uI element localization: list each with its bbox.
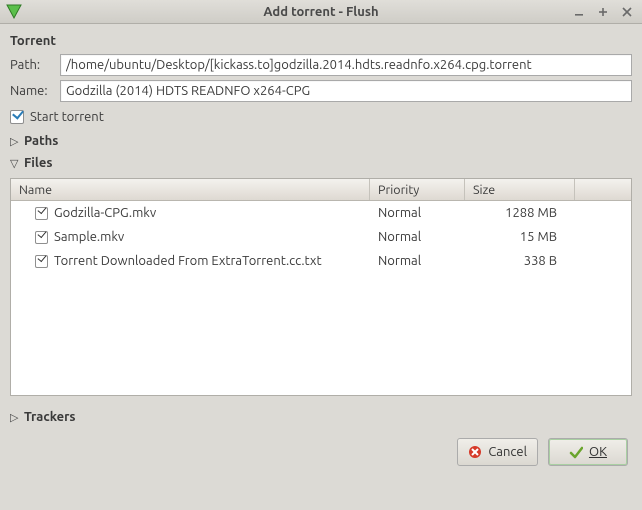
column-header-priority[interactable]: Priority xyxy=(370,179,465,200)
column-header-size[interactable]: Size xyxy=(465,179,575,200)
window-title: Add torrent - Flush xyxy=(0,5,642,19)
start-torrent-label: Start torrent xyxy=(30,110,104,124)
trackers-expander[interactable]: Trackers xyxy=(10,410,632,424)
chevron-right-icon xyxy=(10,411,20,424)
table-row[interactable]: Godzilla-CPG.mkv Normal 1288 MB xyxy=(11,201,631,225)
file-name: Godzilla-CPG.mkv xyxy=(54,206,156,220)
paths-expander[interactable]: Paths xyxy=(10,134,632,148)
name-label: Name: xyxy=(10,84,54,98)
path-input[interactable] xyxy=(60,54,632,76)
files-expander[interactable]: Files xyxy=(10,156,632,170)
close-button[interactable] xyxy=(620,5,634,19)
file-size: 338 B xyxy=(465,254,575,268)
minimize-button[interactable] xyxy=(572,5,586,19)
file-checkbox[interactable] xyxy=(35,207,48,220)
app-icon xyxy=(6,4,22,20)
ok-button[interactable]: OK xyxy=(548,438,628,466)
dialog-content: Torrent Path: Name: Start torrent Paths … xyxy=(0,24,642,476)
ok-label: OK xyxy=(589,445,607,459)
maximize-button[interactable] xyxy=(596,5,610,19)
table-row[interactable]: Torrent Downloaded From ExtraTorrent.cc.… xyxy=(11,249,631,273)
file-name: Torrent Downloaded From ExtraTorrent.cc.… xyxy=(54,254,322,268)
file-size: 15 MB xyxy=(465,230,575,244)
torrent-heading: Torrent xyxy=(10,34,632,48)
trackers-label: Trackers xyxy=(24,410,76,424)
window-buttons xyxy=(572,5,642,19)
titlebar: Add torrent - Flush xyxy=(0,0,642,24)
path-row: Path: xyxy=(10,54,632,76)
files-header: Name Priority Size xyxy=(11,179,631,201)
file-priority: Normal xyxy=(370,254,465,268)
start-torrent-checkbox[interactable] xyxy=(10,110,24,124)
file-size: 1288 MB xyxy=(465,206,575,220)
files-body[interactable]: Godzilla-CPG.mkv Normal 1288 MB Sample.m… xyxy=(11,201,631,395)
files-table: Name Priority Size Godzilla-CPG.mkv Norm… xyxy=(10,178,632,396)
start-torrent-row[interactable]: Start torrent xyxy=(10,110,632,124)
name-row: Name: xyxy=(10,80,632,102)
cancel-icon xyxy=(468,445,482,459)
files-label: Files xyxy=(24,156,52,170)
chevron-down-icon xyxy=(10,157,20,170)
path-label: Path: xyxy=(10,58,54,72)
table-row[interactable]: Sample.mkv Normal 15 MB xyxy=(11,225,631,249)
ok-icon xyxy=(569,445,583,459)
chevron-right-icon xyxy=(10,135,20,148)
cancel-label: Cancel xyxy=(488,445,527,459)
file-checkbox[interactable] xyxy=(35,255,48,268)
file-checkbox[interactable] xyxy=(35,231,48,244)
file-priority: Normal xyxy=(370,230,465,244)
column-header-tail xyxy=(575,179,631,200)
column-header-name[interactable]: Name xyxy=(11,179,370,200)
file-name: Sample.mkv xyxy=(54,230,124,244)
file-priority: Normal xyxy=(370,206,465,220)
paths-label: Paths xyxy=(24,134,58,148)
name-input[interactable] xyxy=(60,80,632,102)
cancel-button[interactable]: Cancel xyxy=(457,438,538,466)
button-bar: Cancel OK xyxy=(10,438,632,466)
